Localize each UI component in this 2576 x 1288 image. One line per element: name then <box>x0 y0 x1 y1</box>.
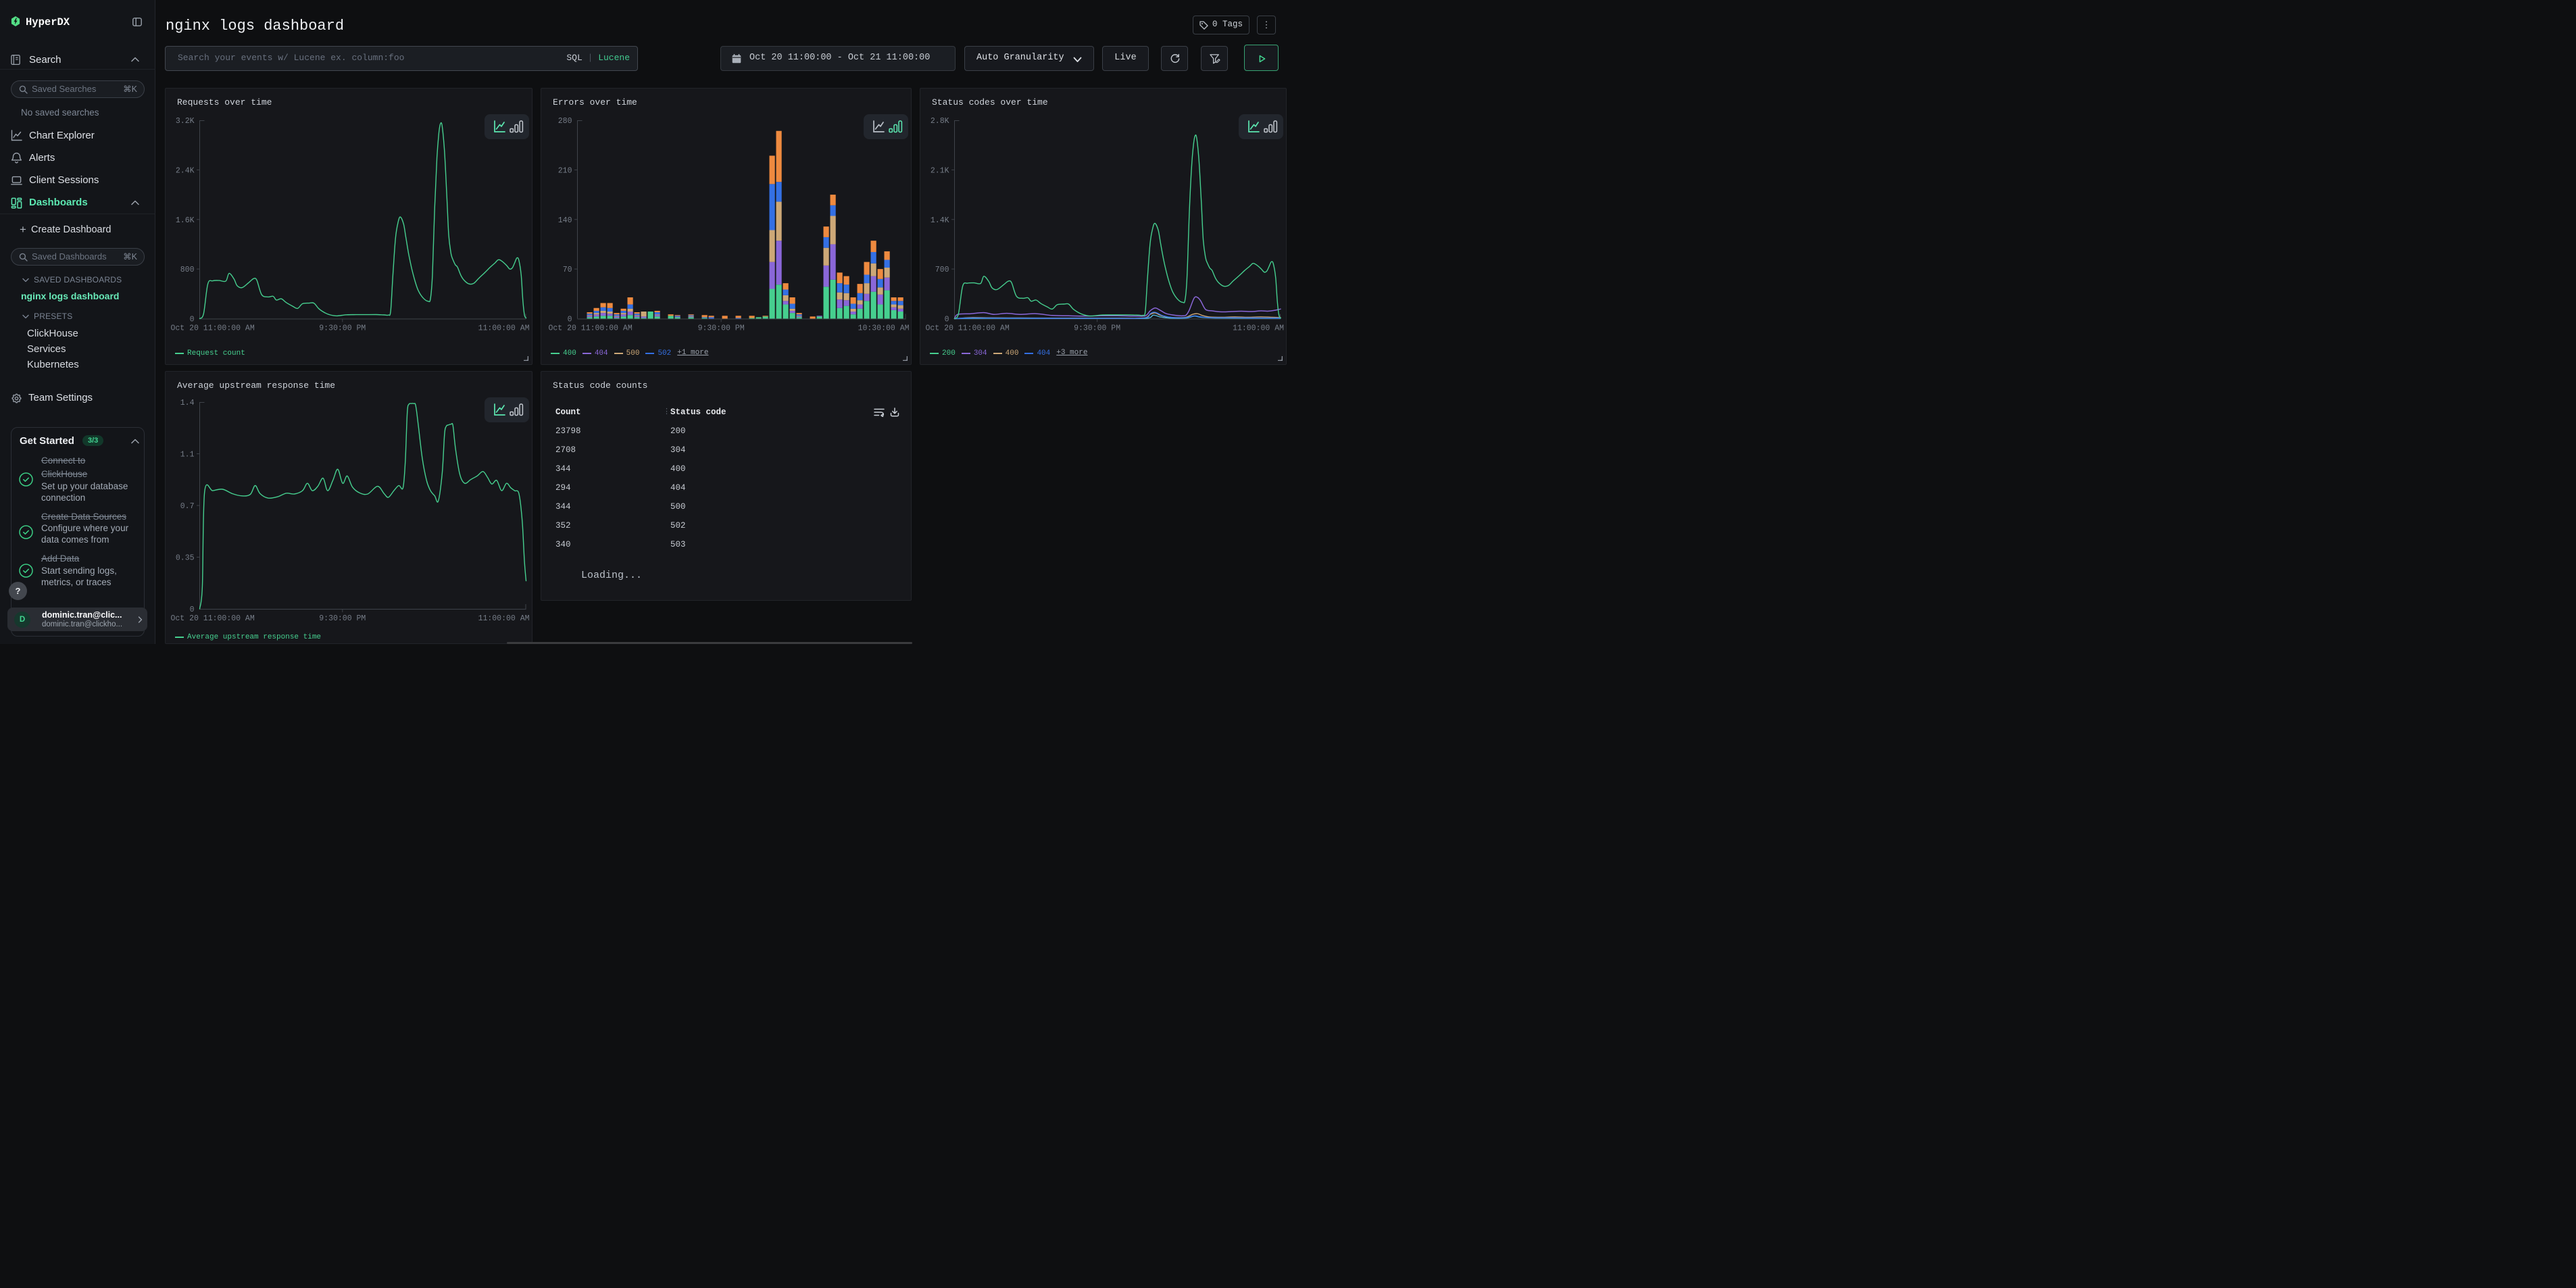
svg-text:11:00:00 AM: 11:00:00 AM <box>478 614 530 623</box>
svg-text:0.35: 0.35 <box>176 554 195 563</box>
svg-text:9:30:00 PM: 9:30:00 PM <box>1074 324 1120 333</box>
svg-text:1.4: 1.4 <box>180 399 195 407</box>
svg-text:700: 700 <box>935 266 949 274</box>
svg-text:Oct 20 11:00:00 AM: Oct 20 11:00:00 AM <box>171 614 255 623</box>
svg-text:0: 0 <box>568 316 572 324</box>
svg-text:Oct 20 11:00:00 AM: Oct 20 11:00:00 AM <box>171 324 255 333</box>
svg-text:2.8K: 2.8K <box>931 117 949 126</box>
svg-text:70: 70 <box>563 266 572 274</box>
svg-text:1.4K: 1.4K <box>931 216 949 225</box>
svg-text:2.1K: 2.1K <box>931 166 949 175</box>
svg-text:2.4K: 2.4K <box>176 166 195 175</box>
svg-text:Oct 20 11:00:00 AM: Oct 20 11:00:00 AM <box>549 324 633 333</box>
svg-text:11:00:00 AM: 11:00:00 AM <box>478 324 530 333</box>
svg-text:1.6K: 1.6K <box>176 216 195 225</box>
svg-text:0: 0 <box>945 316 949 324</box>
svg-text:10:30:00 AM: 10:30:00 AM <box>858 324 910 333</box>
svg-text:0: 0 <box>190 605 195 614</box>
svg-text:210: 210 <box>558 166 572 175</box>
svg-text:280: 280 <box>558 117 572 126</box>
svg-text:0: 0 <box>190 316 195 324</box>
svg-text:800: 800 <box>180 266 195 274</box>
svg-text:9:30:00 PM: 9:30:00 PM <box>319 324 366 333</box>
svg-text:9:30:00 PM: 9:30:00 PM <box>319 614 366 623</box>
svg-text:3.2K: 3.2K <box>176 117 195 126</box>
svg-text:Oct 20 11:00:00 AM: Oct 20 11:00:00 AM <box>926 324 1010 333</box>
svg-text:9:30:00 PM: 9:30:00 PM <box>698 324 745 333</box>
svg-text:1.1: 1.1 <box>180 451 195 460</box>
svg-text:11:00:00 AM: 11:00:00 AM <box>1233 324 1284 333</box>
svg-text:140: 140 <box>558 216 572 225</box>
svg-text:0.7: 0.7 <box>180 502 195 511</box>
